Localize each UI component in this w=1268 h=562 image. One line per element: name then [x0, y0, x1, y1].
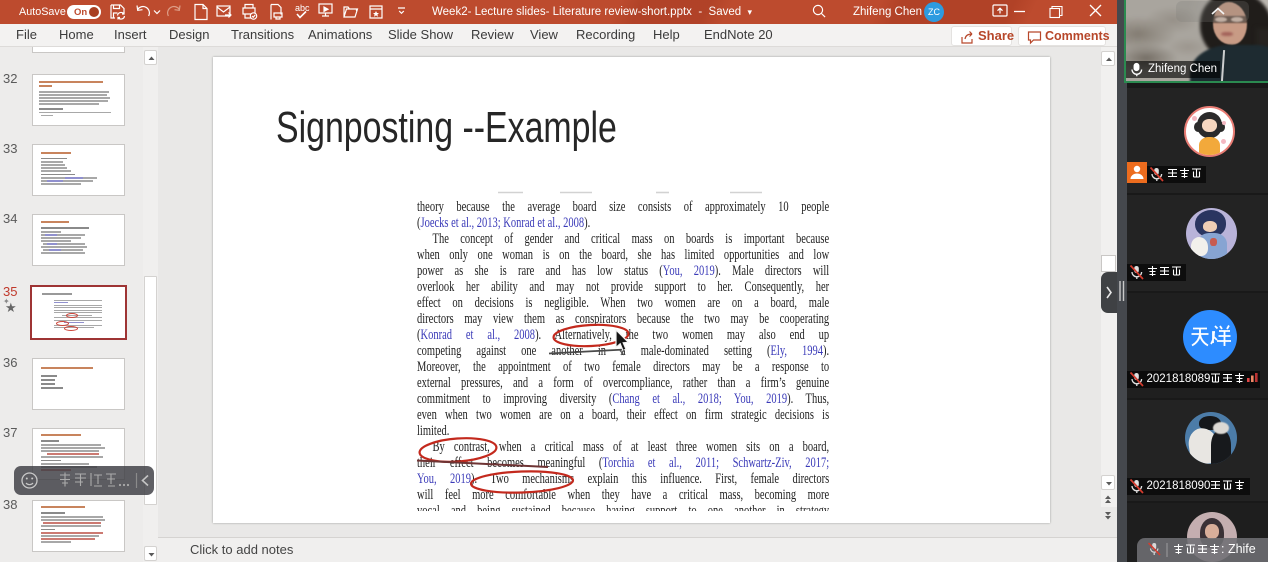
svg-text:abc: abc: [295, 3, 310, 13]
